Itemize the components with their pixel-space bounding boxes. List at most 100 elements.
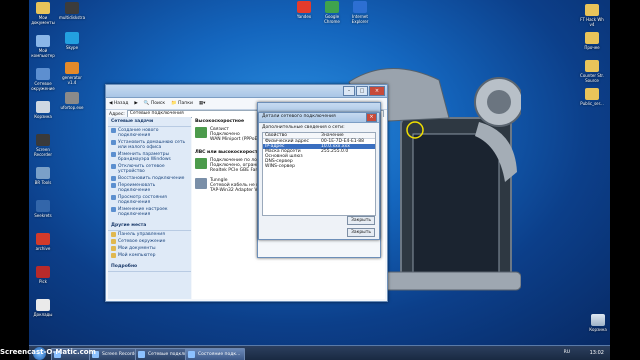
taskbar-button-3[interactable]: Состояние подк... xyxy=(185,348,245,360)
app-icon xyxy=(36,266,50,278)
app-icon xyxy=(36,68,50,80)
other-places-header[interactable]: Другие места xyxy=(108,221,191,231)
desktop-icon-left-4[interactable]: Screen Recorder xyxy=(30,134,56,157)
network-task-2[interactable]: Изменить параметры брандмауэра Windows xyxy=(108,151,191,163)
back-button[interactable]: ◀ Назад xyxy=(109,101,128,106)
other-place-2[interactable]: Мои документы xyxy=(108,245,191,252)
desktop-icon-col2-2[interactable]: generator v1.4 xyxy=(59,62,85,85)
close-button-status[interactable]: Закрыть xyxy=(347,228,375,237)
dialog-subtitle: Дополнительные сведения о сети: xyxy=(262,125,345,130)
app-icon xyxy=(65,62,79,74)
desktop-icon-top-1[interactable]: Google Chrome xyxy=(319,1,345,24)
network-task-6[interactable]: Просмотр состояния подключения xyxy=(108,194,191,206)
app-icon xyxy=(353,1,367,13)
task-icon xyxy=(111,207,116,212)
app-icon xyxy=(297,1,311,13)
folder-icon xyxy=(111,232,116,237)
network-task-1[interactable]: Установить домашнюю сеть или малого офис… xyxy=(108,139,191,151)
network-task-0[interactable]: Создание нового подключения xyxy=(108,127,191,139)
desktop-screen: Мои документы Мой компьютер Сетевое окруже… xyxy=(0,0,640,360)
desktop-icon-left-7[interactable]: archive xyxy=(30,233,56,251)
network-details-dialog[interactable]: Детали сетевого подключения × Дополнител… xyxy=(258,112,380,240)
details-header[interactable]: Подробно xyxy=(108,262,191,272)
app-icon xyxy=(585,4,599,16)
desktop-icon-recycle-bin[interactable]: Корзина xyxy=(585,314,611,332)
desktop-icon-top-0[interactable]: Yandex xyxy=(291,1,317,19)
desktop-icon-col2-1[interactable]: Skype xyxy=(59,32,85,50)
desktop-icon-top-2[interactable]: Internet Explorer xyxy=(347,1,373,24)
forward-button[interactable]: ▶ xyxy=(134,101,137,106)
task-icon xyxy=(111,152,116,157)
desktop-icon-left-3[interactable]: Корзина xyxy=(30,101,56,119)
task-icon xyxy=(111,176,116,181)
app-icon xyxy=(36,2,50,14)
network-task-3[interactable]: Отключить сетевое устройство xyxy=(108,163,191,175)
app-icon xyxy=(325,1,339,13)
desktop-icon-right-2[interactable]: Counter Str. Source xyxy=(579,60,605,83)
app-icon xyxy=(585,60,599,72)
network-tasks-header[interactable]: Сетевые задачи xyxy=(108,117,191,127)
task-icon xyxy=(111,128,116,133)
app-icon xyxy=(36,134,50,146)
app-icon xyxy=(65,92,79,104)
desktop-icon-left-5[interactable]: BR Tools xyxy=(30,167,56,185)
network-connection-icon xyxy=(195,178,207,189)
network-connection-icon xyxy=(195,158,207,169)
close-button[interactable]: × xyxy=(369,86,385,96)
other-place-1[interactable]: Сетевое окружение xyxy=(108,238,191,245)
desktop-icon-right-1[interactable]: Прочее xyxy=(579,32,605,50)
app-icon xyxy=(36,35,50,47)
letterbox-right xyxy=(610,0,640,360)
network-task-5[interactable]: Переименовать подключение xyxy=(108,182,191,194)
clock[interactable]: 13:02 xyxy=(590,350,604,356)
minimize-button[interactable]: – xyxy=(343,86,355,96)
language-indicator[interactable]: RU xyxy=(564,350,570,355)
views-button[interactable]: ▦▾ xyxy=(199,101,206,106)
app-icon xyxy=(585,32,599,44)
letterbox-left xyxy=(0,0,29,360)
details-row[interactable]: WINS-сервер xyxy=(263,164,375,169)
folder-icon xyxy=(111,239,116,244)
app-icon xyxy=(36,233,50,245)
app-icon xyxy=(188,351,195,358)
details-table: Свойство Значение Физический адрес 00-1E-… xyxy=(262,132,376,216)
search-button[interactable]: 🔍 Поиск xyxy=(144,101,165,106)
connection-item-svyazist[interactable]: Связист Подключено WAN Miniport (PPPoE) xyxy=(195,127,259,142)
group-highspeed: Высокоскоростное xyxy=(195,119,245,124)
desktop-icon-left-8[interactable]: Pick xyxy=(30,266,56,284)
desktop: Мои документы Мой компьютер Сетевое окруже… xyxy=(29,0,610,345)
desktop-icon-right-3[interactable]: Public_ser... xyxy=(579,88,605,106)
other-place-3[interactable]: Мой компьютер xyxy=(108,252,191,259)
desktop-icon-left-1[interactable]: Мой компьютер xyxy=(30,35,56,58)
desktop-icon-left-2[interactable]: Сетевое окружение xyxy=(30,68,56,91)
watermark: Screencast-O-Matic.com xyxy=(0,348,96,356)
desktop-icon-left-0[interactable]: Мои документы xyxy=(30,2,56,25)
task-pane: Сетевые задачи Создание нового подключен… xyxy=(108,117,191,299)
folder-icon xyxy=(111,253,116,258)
task-icon xyxy=(111,164,116,169)
desktop-icon-right-0[interactable]: FT Hack Wh v4 xyxy=(579,4,605,27)
app-icon xyxy=(36,299,50,311)
dialog-titlebar[interactable]: Детали сетевого подключения × xyxy=(259,113,379,123)
task-icon xyxy=(111,140,116,145)
other-place-0[interactable]: Панель управления xyxy=(108,231,191,238)
task-icon xyxy=(111,183,116,188)
maximize-button[interactable]: □ xyxy=(356,86,368,96)
folder-icon xyxy=(111,246,116,251)
desktop-icon-left-9[interactable]: Доклады xyxy=(30,299,56,317)
app-icon xyxy=(65,32,79,44)
app-icon xyxy=(36,200,50,212)
app-icon xyxy=(585,88,599,100)
window-titlebar[interactable]: – □ × xyxy=(106,85,387,98)
network-task-4[interactable]: Восстановить подключение xyxy=(108,175,191,182)
network-task-7[interactable]: Изменение настроек подключения xyxy=(108,206,191,218)
dialog-close-icon[interactable]: × xyxy=(366,113,377,122)
desktop-icon-left-6[interactable]: Seekrets xyxy=(30,200,56,218)
desktop-icon-col2-0[interactable]: multidiskstra xyxy=(59,2,85,20)
taskbar: Screen Recorder Сетевые подключ... Состоян… xyxy=(29,345,610,360)
desktop-icon-col2-3[interactable]: ufortop.exe xyxy=(59,92,85,110)
close-button[interactable]: Закрыть xyxy=(347,216,375,225)
app-icon xyxy=(65,2,79,14)
recycle-bin-icon xyxy=(591,314,605,326)
folders-button[interactable]: 📁 Папки xyxy=(171,101,193,106)
